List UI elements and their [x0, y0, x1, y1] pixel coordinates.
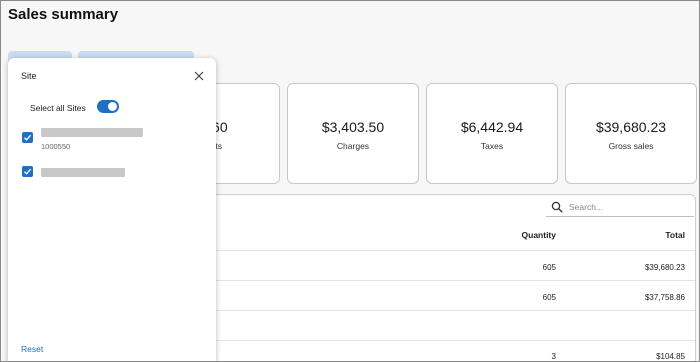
cell-total: $104.85: [656, 352, 685, 361]
summary-card-charges: $3,403.50 Charges: [287, 83, 419, 184]
close-button[interactable]: [192, 69, 206, 83]
card-value: $6,442.94: [460, 118, 524, 135]
reset-link[interactable]: Reset: [21, 344, 43, 354]
cell-quantity: 605: [542, 293, 556, 302]
select-all-label: Select all Sites: [30, 103, 86, 113]
divider: [201, 310, 695, 311]
divider: [201, 250, 695, 251]
checkmark-icon: [24, 168, 32, 175]
search-input[interactable]: [569, 202, 689, 212]
card-value: $3,403.50: [321, 118, 385, 135]
site-checkbox[interactable]: [22, 132, 33, 143]
page-title: Sales summary: [8, 6, 119, 23]
close-icon: [194, 71, 204, 81]
summary-card-taxes: $6,442.94 Taxes: [426, 83, 558, 184]
site-name-redacted: [41, 128, 143, 137]
cell-quantity: 605: [542, 263, 556, 272]
card-label: Gross sales: [608, 140, 654, 151]
sales-table: Quantity Total 605 $39,680.23 605 $37,75…: [200, 194, 696, 362]
search-box: [546, 198, 694, 217]
search-icon: [551, 201, 563, 213]
divider: [201, 280, 695, 281]
site-checkbox[interactable]: [22, 166, 33, 177]
site-name-redacted: [41, 168, 125, 177]
site-filter-panel: Site Select all Sites 1000550 Reset: [8, 58, 216, 362]
cell-total: $39,680.23: [644, 263, 685, 272]
column-header-total[interactable]: Total: [665, 230, 685, 240]
summary-card-gross-sales: $39,680.23 Gross sales: [565, 83, 697, 184]
select-all-toggle[interactable]: [97, 100, 119, 113]
summary-cards: 2.60 unts $3,403.50 Charges $6,442.94 Ta…: [148, 83, 697, 184]
card-label: Charges: [336, 140, 370, 151]
divider: [201, 340, 695, 341]
card-value: $39,680.23: [595, 118, 667, 135]
panel-title: Site: [21, 71, 37, 81]
toggle-knob: [108, 102, 117, 111]
cell-quantity: 3: [551, 352, 556, 361]
site-id: 1000550: [41, 142, 71, 151]
card-label: Taxes: [480, 140, 504, 151]
column-header-quantity[interactable]: Quantity: [522, 230, 556, 240]
checkmark-icon: [24, 134, 32, 141]
cell-total: $37,758.86: [644, 293, 685, 302]
